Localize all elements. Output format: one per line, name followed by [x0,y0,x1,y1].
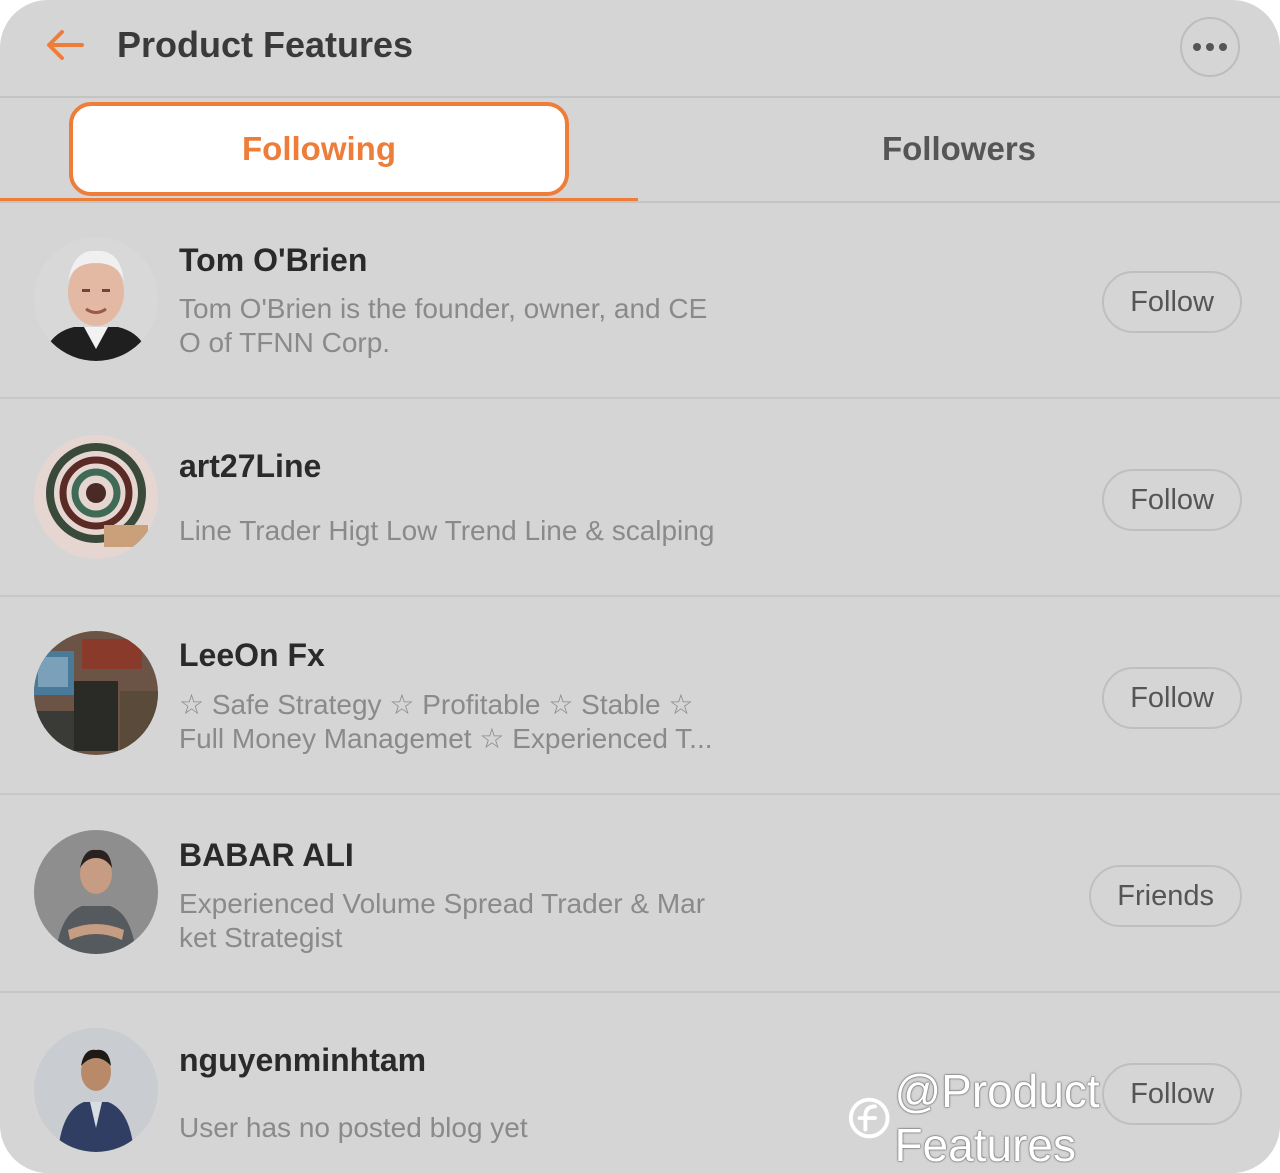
back-button[interactable] [40,22,90,68]
more-dot [1206,43,1214,51]
user-bio-line: Full Money Managemet ☆ Experienced T... [179,723,713,754]
list-item[interactable]: LeeOn Fx ☆ Safe Strategy ☆ Profitable ☆ … [0,599,1280,795]
avatar [34,631,158,755]
header-divider [0,96,1280,98]
avatar [34,237,158,361]
more-horizontal-icon [1193,43,1201,51]
list-item[interactable]: art27Line Line Trader Higt Low Trend Lin… [0,401,1280,597]
user-bio-line: ☆ Safe Strategy ☆ Profitable ☆ Stable ☆ [179,689,694,720]
user-name: art27Line [179,448,322,484]
row-divider [0,397,1280,399]
avatar [34,830,158,954]
tab-following[interactable]: Following [0,99,638,199]
more-dot [1219,43,1227,51]
user-bio-line: Experienced Volume Spread Trader & Mar [179,888,706,919]
avatar [34,435,158,559]
user-name: BABAR ALI [179,837,354,873]
tab-following-label: Following [69,102,569,196]
follow-button[interactable]: Follow [1102,667,1242,729]
user-bio-line: Line Trader Higt Low Trend Line & scalpi… [179,515,715,546]
user-bio: Line Trader Higt Low Trend Line & scalpi… [179,514,769,548]
user-bio-line: ket Strategist [179,922,343,953]
row-divider [0,991,1280,993]
user-name: nguyenminhtam [179,1042,427,1078]
avatar [34,1028,158,1152]
user-bio-line: Tom O'Brien is the founder, owner, and C… [179,293,708,324]
user-bio: ☆ Safe Strategy ☆ Profitable ☆ Stable ☆ … [179,688,769,756]
following-screen: Product Features Following Followers Tom [0,0,1280,1173]
row-divider [0,793,1280,795]
user-bio-line: O of TFNN Corp. [179,327,391,358]
follow-button[interactable]: Follow [1102,271,1242,333]
user-bio: User has no posted blog yet [179,1111,769,1145]
user-bio-line: User has no posted blog yet [179,1112,528,1143]
header: Product Features [0,0,1280,97]
user-name: Tom O'Brien [179,242,368,278]
tab-followers-label: Followers [881,130,1037,167]
user-bio: Experienced Volume Spread Trader & Mar k… [179,887,769,955]
brand-logo-icon [848,1097,890,1139]
follow-button[interactable]: Follow [1102,469,1242,531]
list-item[interactable]: Tom O'Brien Tom O'Brien is the founder, … [0,203,1280,399]
user-name: LeeOn Fx [179,637,325,673]
row-divider [0,595,1280,597]
tab-followers[interactable]: Followers [638,99,1280,199]
page-title: Product Features [117,24,414,65]
watermark: @Product Features [848,1065,1280,1171]
arrow-left-icon [47,30,84,60]
friends-button[interactable]: Friends [1089,865,1242,927]
user-bio: Tom O'Brien is the founder, owner, and C… [179,292,769,360]
more-options-button[interactable] [1180,17,1240,77]
watermark-text: @Product Features [894,1065,1100,1171]
list-item[interactable]: BABAR ALI Experienced Volume Spread Trad… [0,797,1280,993]
